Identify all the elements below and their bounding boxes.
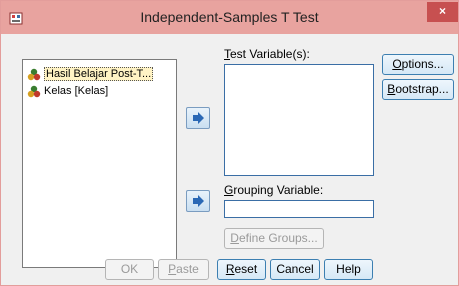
list-item-hasil-belajar[interactable]: Hasil Belajar Post-T... [25, 67, 154, 82]
options-button[interactable]: Options... [382, 54, 454, 75]
bootstrap-button[interactable]: Bootstrap... [382, 79, 454, 100]
test-variables-list[interactable] [224, 64, 374, 176]
paste-button[interactable]: Paste [158, 259, 209, 280]
grouping-variable-label: Grouping Variable: [224, 183, 324, 197]
arrow-right-icon [193, 112, 204, 124]
ok-button[interactable]: OK [105, 259, 154, 280]
list-item-kelas[interactable]: Kelas [Kelas] [25, 84, 108, 99]
source-variable-list[interactable]: Hasil Belajar Post-T... Kelas [Kelas] [22, 59, 177, 268]
scale-variable-icon [27, 68, 41, 81]
title-bar[interactable]: Independent-Samples T Test × [1, 1, 458, 34]
move-to-grouping-variable-button[interactable] [186, 190, 210, 212]
independent-samples-t-test-dialog: Independent-Samples T Test × Hasil Belaj… [0, 0, 459, 286]
test-variables-label: Test Variable(s): [224, 47, 310, 61]
window-title: Independent-Samples T Test [140, 9, 319, 25]
scale-variable-icon [27, 85, 41, 98]
reset-button[interactable]: Reset [217, 259, 266, 280]
close-button[interactable]: × [427, 2, 458, 22]
arrow-right-icon [193, 195, 204, 207]
move-to-test-variables-button[interactable] [186, 107, 210, 129]
grouping-variable-field[interactable] [224, 200, 374, 218]
help-button[interactable]: Help [324, 259, 373, 280]
dialog-body: Hasil Belajar Post-T... Kelas [Kelas] Te… [1, 34, 458, 285]
list-item-label: Kelas [Kelas] [44, 85, 109, 97]
define-groups-button[interactable]: Define Groups... [224, 228, 324, 249]
list-item-label: Hasil Belajar Post-T... [44, 67, 154, 81]
cancel-button[interactable]: Cancel [270, 259, 320, 280]
